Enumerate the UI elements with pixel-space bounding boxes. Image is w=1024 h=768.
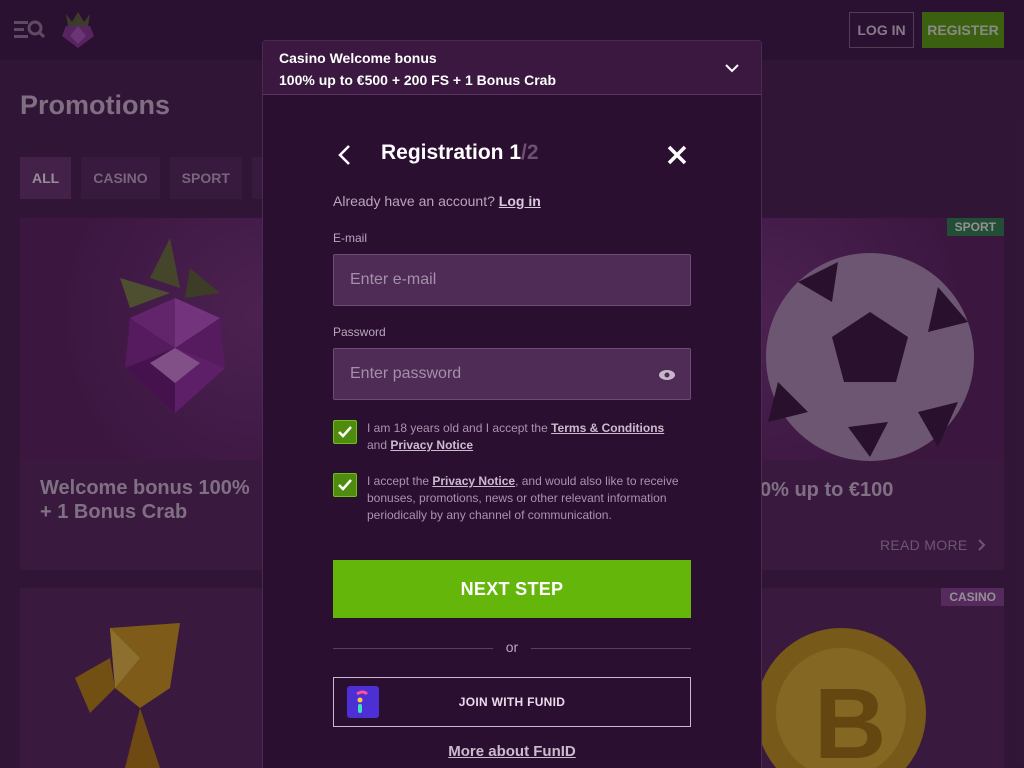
or-label: or <box>505 639 519 655</box>
email-field[interactable] <box>334 255 690 305</box>
funid-button-label: JOIN WITH FUNID <box>458 695 566 709</box>
funid-logo-icon <box>347 686 379 718</box>
terms-link[interactable]: Terms & Conditions <box>551 421 664 435</box>
email-label: E-mail <box>333 231 368 245</box>
registration-title: Registration 1/2 <box>381 141 539 164</box>
password-field[interactable] <box>334 349 690 399</box>
email-field-wrapper <box>333 254 691 306</box>
more-about-funid-link[interactable]: More about FunID <box>333 743 691 760</box>
next-step-button[interactable]: NEXT STEP <box>333 560 691 618</box>
login-prompt: Already have an account? Log in <box>333 193 541 209</box>
login-link[interactable]: Log in <box>499 193 541 209</box>
registration-modal: Casino Welcome bonus 100% up to €500 + 2… <box>262 40 762 768</box>
bonus-selector[interactable]: Casino Welcome bonus 100% up to €500 + 2… <box>263 41 761 95</box>
registration-header: Registration 1/2 <box>333 141 691 167</box>
terms-consent-text: I am 18 years old and I accept the Terms… <box>367 421 665 452</box>
marketing-privacy-link[interactable]: Privacy Notice <box>432 474 515 488</box>
password-label: Password <box>333 325 386 339</box>
terms-consent-row: I am 18 years old and I accept the Terms… <box>333 420 691 456</box>
current-step: 1 <box>509 141 522 164</box>
eye-icon[interactable] <box>658 366 676 384</box>
terms-checkbox[interactable] <box>333 420 357 444</box>
chevron-down-icon[interactable] <box>723 59 741 77</box>
marketing-consent-text: I accept the Privacy Notice, and would a… <box>367 474 679 522</box>
checkmark-icon <box>338 479 352 491</box>
privacy-link[interactable]: Privacy Notice <box>390 438 473 452</box>
bonus-title: Casino Welcome bonus <box>279 50 437 66</box>
marketing-consent-row: I accept the Privacy Notice, and would a… <box>333 473 691 543</box>
marketing-checkbox[interactable] <box>333 473 357 497</box>
bonus-offer: 100% up to €500 + 200 FS + 1 Bonus Crab <box>279 72 556 88</box>
checkmark-icon <box>338 426 352 438</box>
or-divider: or <box>333 639 691 657</box>
close-icon[interactable] <box>665 143 689 167</box>
back-arrow-icon[interactable] <box>333 143 357 167</box>
join-funid-button[interactable]: JOIN WITH FUNID <box>333 677 691 727</box>
divider-line <box>531 648 691 649</box>
total-steps: /2 <box>521 141 539 164</box>
password-field-wrapper <box>333 348 691 400</box>
